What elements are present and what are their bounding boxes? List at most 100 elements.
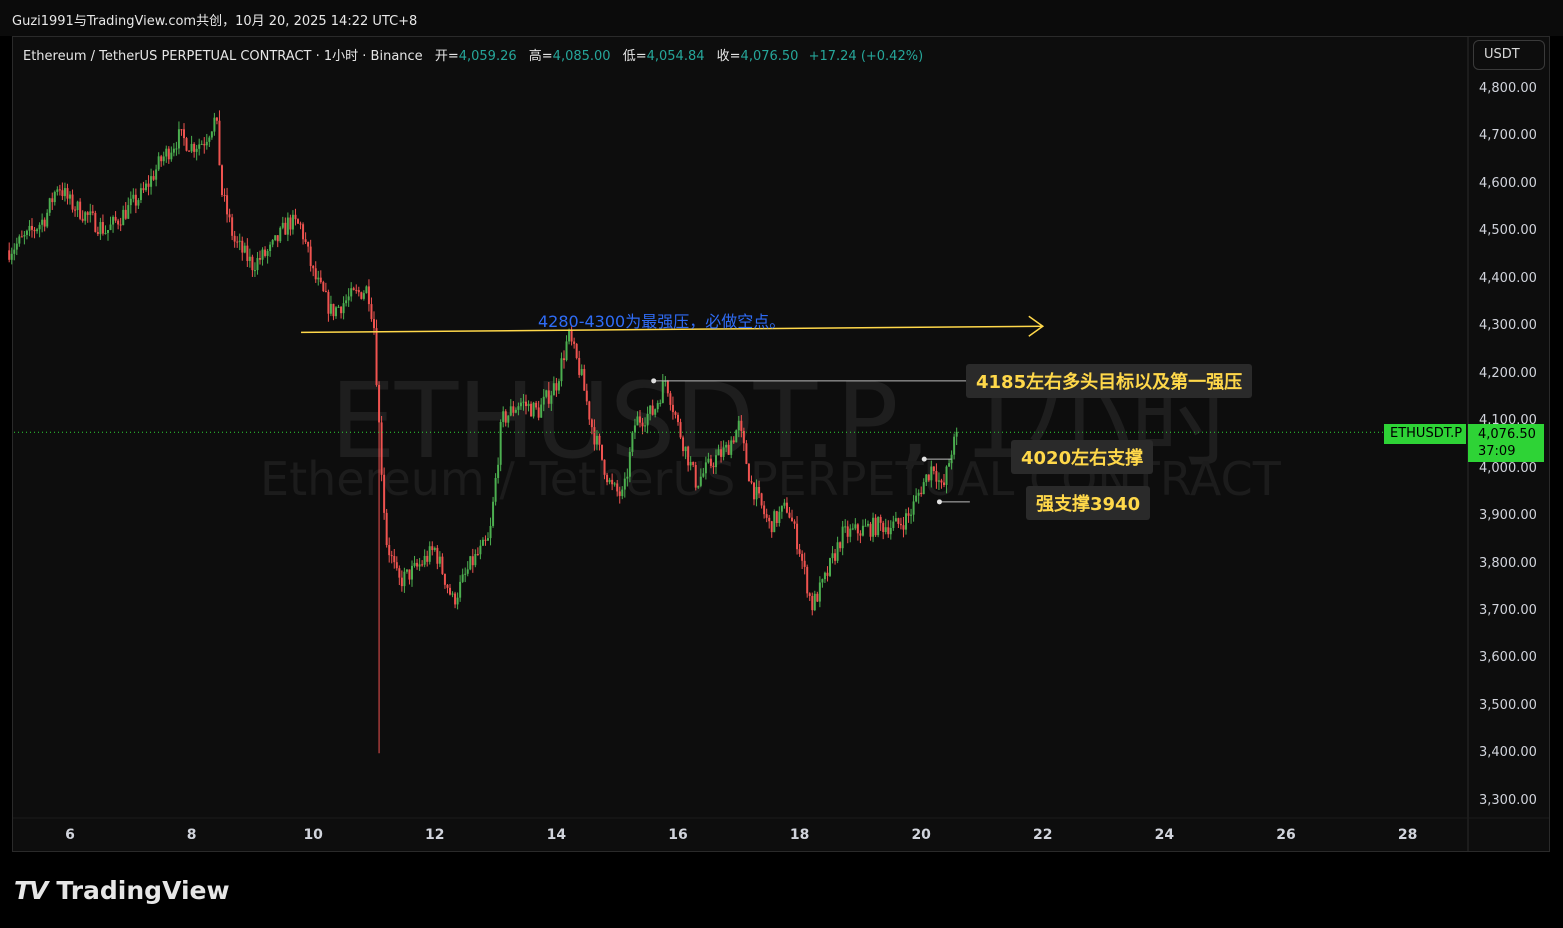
candle-body-335	[856, 524, 859, 534]
candle-body-349	[892, 521, 895, 528]
price-tick-label: 3,400.00	[1479, 745, 1537, 761]
legend-title: Ethereum / TetherUS PERPETUAL CONTRACT ·…	[23, 49, 423, 64]
legend-close: 4,076.50	[740, 49, 799, 64]
candle-body-28	[79, 201, 82, 219]
candle-body-354	[905, 513, 907, 530]
candle-body-239	[613, 483, 616, 485]
candle-body-358	[915, 495, 918, 502]
candle-body-260	[666, 380, 669, 394]
candle-body-361	[922, 482, 925, 495]
candle-body-19	[56, 189, 59, 192]
candle-body-233	[598, 435, 601, 445]
candle-body-163	[421, 564, 424, 566]
resistance-note[interactable]: 4280-4300为最强压，必做空点。	[538, 308, 785, 332]
candle-body-267	[684, 446, 687, 452]
candle-body-120	[312, 265, 315, 269]
symbol-price-label: ETHUSDT.P	[1384, 424, 1466, 444]
candle-body-150	[388, 545, 391, 556]
candle-body-138	[357, 290, 360, 293]
currency-button[interactable]: USDT	[1473, 40, 1545, 70]
candle-body-151	[390, 555, 393, 557]
time-tick-label: 22	[1033, 827, 1053, 843]
candle-body-317	[811, 595, 814, 611]
time-tick-label: 20	[911, 827, 931, 843]
candle-body-2	[13, 249, 16, 254]
candle-body-64	[170, 152, 173, 160]
target-tag[interactable]: 4185左右多头目标以及第一强压	[966, 364, 1253, 398]
candle-body-245	[628, 451, 631, 477]
candlestick-chart[interactable]	[0, 0, 1563, 928]
candle-body-211	[542, 396, 545, 405]
candle-body-232	[595, 435, 598, 445]
candle-body-53	[142, 188, 145, 191]
candle-body-207	[532, 402, 535, 417]
candle-body-319	[816, 593, 819, 602]
candle-body-350	[894, 518, 897, 522]
candle-body-288	[737, 420, 740, 431]
support-tag[interactable]: 4020左右支撑	[1011, 440, 1154, 474]
price-tick-label: 4,500.00	[1479, 223, 1537, 239]
candle-body-130	[337, 306, 340, 308]
candle-body-61	[162, 156, 165, 162]
candle-body-105	[274, 235, 277, 241]
candle-body-98	[256, 258, 259, 271]
candle-body-103	[269, 244, 272, 252]
strong-support-tag[interactable]: 强支撑3940	[1026, 486, 1151, 520]
candle-body-312	[798, 549, 801, 554]
price-tick-label: 3,700.00	[1479, 602, 1537, 618]
candle-body-225	[578, 357, 581, 375]
candle-body-38	[104, 232, 107, 234]
candle-body-123	[319, 277, 322, 283]
candle-body-275	[704, 462, 707, 474]
candle-body-214	[550, 395, 553, 404]
candle-body-314	[803, 560, 806, 567]
candle-body-83	[218, 120, 221, 166]
candle-body-290	[742, 430, 745, 444]
candle-body-353	[902, 525, 905, 530]
candle-body-129	[335, 307, 337, 317]
candle-body-237	[608, 479, 611, 483]
candle-body-56	[150, 176, 153, 187]
time-tick-label: 6	[65, 827, 75, 843]
candle-body-282	[722, 447, 725, 457]
candle-body-332	[849, 528, 852, 537]
candle-body-268	[687, 446, 690, 466]
candle-body-253	[649, 405, 652, 414]
candle-body-370	[945, 466, 948, 485]
candle-body-50	[134, 194, 137, 206]
candle-body-223	[573, 341, 576, 344]
candle-body-246	[631, 432, 634, 452]
legend-change: +17.24 (+0.42%)	[808, 49, 924, 64]
candle-body-87	[228, 214, 231, 218]
candle-body-348	[889, 527, 892, 535]
candle-body-304	[778, 511, 781, 524]
candle-body-270	[692, 461, 695, 465]
candle-body-48	[129, 198, 132, 206]
candle-body-229	[588, 401, 591, 420]
candle-body-85	[223, 195, 226, 197]
candle-body-136	[352, 288, 355, 290]
candle-body-170	[438, 556, 441, 564]
candle-body-104	[271, 240, 274, 245]
candle-body-193	[497, 464, 500, 478]
candle-body-326	[834, 553, 837, 561]
candle-body-257	[659, 402, 662, 404]
candle-body-252	[646, 413, 649, 426]
candle-body-18	[53, 191, 56, 203]
candle-body-316	[808, 593, 811, 596]
candle-body-119	[309, 246, 312, 266]
candle-body-164	[423, 555, 426, 565]
candle-body-52	[139, 188, 142, 201]
candle-body-196	[504, 411, 507, 423]
candle-body-303	[775, 511, 778, 524]
candle-body-325	[831, 553, 834, 559]
candle-body-9	[31, 225, 33, 230]
time-tick-label: 26	[1276, 827, 1296, 843]
tradingview-brand[interactable]: TV TradingView	[14, 876, 230, 905]
candle-body-8	[28, 225, 31, 231]
candle-body-35	[96, 231, 99, 235]
candle-body-324	[829, 558, 831, 576]
candle-body-34	[94, 212, 97, 232]
candle-body-202	[519, 402, 522, 407]
candle-body-321	[821, 579, 824, 583]
